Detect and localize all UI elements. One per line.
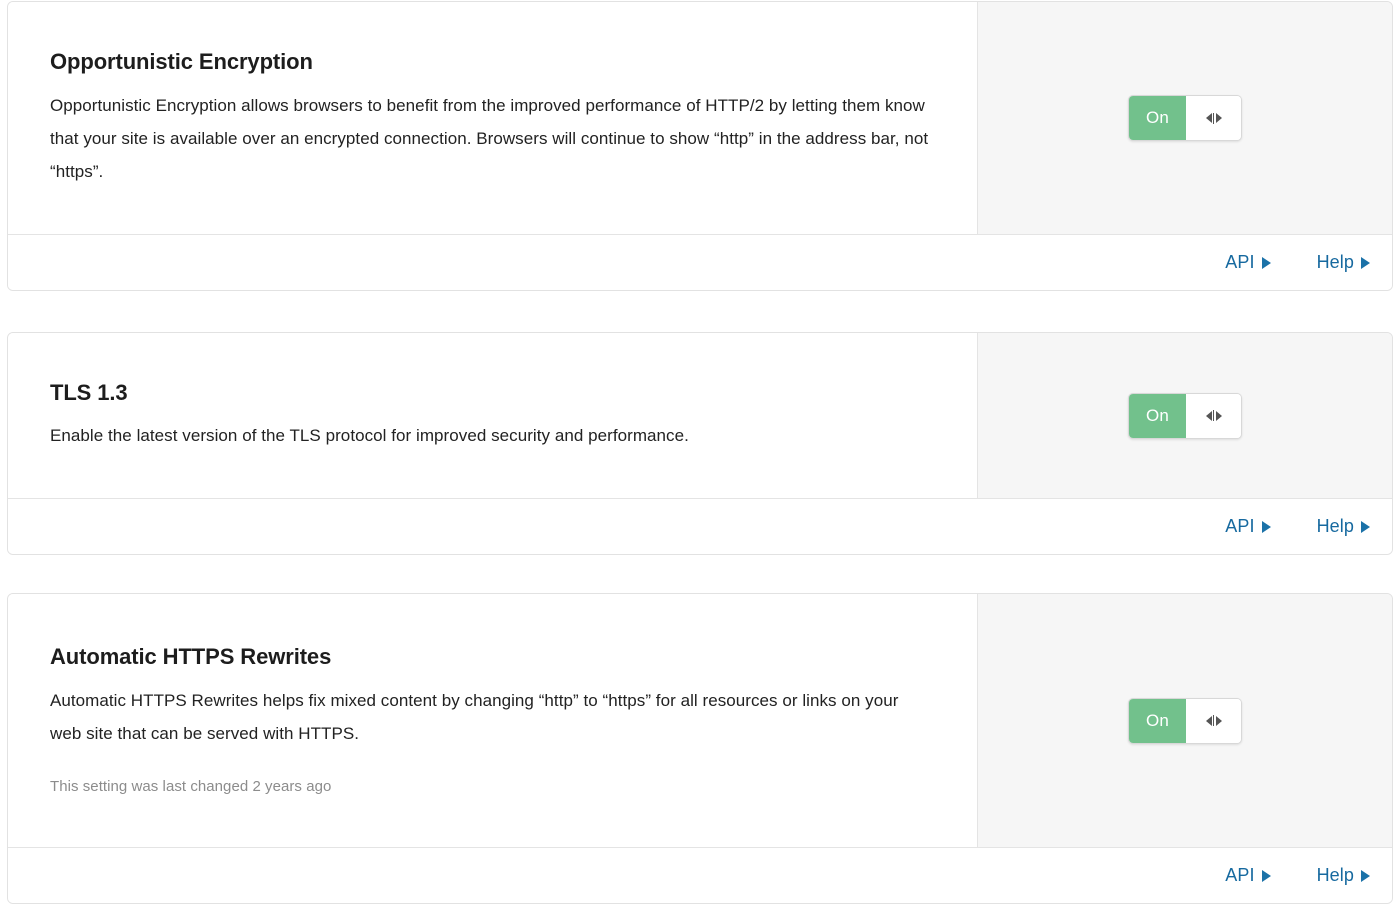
api-link-label: API (1225, 252, 1255, 272)
card-description: Enable the latest version of the TLS pro… (50, 426, 689, 446)
drag-handle-arrows-icon (1205, 410, 1222, 421)
toggle-state-label: On (1129, 393, 1186, 438)
help-link[interactable]: Help (1317, 516, 1370, 537)
card-content: Opportunistic Encryption Opportunistic E… (8, 2, 978, 234)
api-link[interactable]: API (1225, 865, 1271, 886)
settings-cards-page: Opportunistic Encryption Opportunistic E… (0, 0, 1400, 909)
drag-handle-arrows-icon (1205, 715, 1222, 726)
card-body: Opportunistic Encryption Opportunistic E… (8, 2, 1392, 235)
api-link-label: API (1225, 516, 1255, 536)
caret-right-icon (1261, 869, 1271, 882)
help-link[interactable]: Help (1317, 865, 1370, 886)
card-toggle-panel: On (978, 2, 1392, 234)
card-title: Opportunistic Encryption (50, 49, 313, 75)
caret-right-icon (1261, 256, 1271, 269)
toggle-knob[interactable] (1186, 96, 1241, 140)
api-link-label: API (1225, 865, 1255, 885)
toggle-knob[interactable] (1186, 393, 1241, 438)
card-description: Automatic HTTPS Rewrites helps fix mixed… (50, 690, 899, 743)
help-link[interactable]: Help (1317, 252, 1370, 273)
setting-card-automatic-https-rewrites: Automatic HTTPS Rewrites Automatic HTTPS… (7, 593, 1393, 904)
drag-handle-arrows-icon (1205, 112, 1222, 124)
card-title: Automatic HTTPS Rewrites (50, 644, 332, 670)
setting-card-tls-1-3: TLS 1.3 Enable the latest version of the… (7, 332, 1393, 555)
caret-right-icon (1261, 520, 1271, 533)
help-link-label: Help (1316, 516, 1354, 536)
card-body: TLS 1.3 Enable the latest version of the… (8, 333, 1392, 499)
toggle-state-label: On (1129, 96, 1186, 140)
caret-right-icon (1361, 256, 1370, 269)
help-link-label: Help (1316, 252, 1354, 272)
toggle-switch-tls-1-3[interactable]: On (1128, 392, 1242, 439)
card-toggle-panel: On (978, 333, 1392, 498)
card-footer: API Help (8, 235, 1392, 290)
card-description: Opportunistic Encryption allows browsers… (50, 95, 929, 181)
help-link-label: Help (1316, 865, 1354, 885)
card-toggle-panel: On (978, 594, 1392, 847)
caret-right-icon (1361, 869, 1370, 882)
api-link[interactable]: API (1225, 516, 1271, 537)
card-content: Automatic HTTPS Rewrites Automatic HTTPS… (8, 594, 978, 847)
card-title: TLS 1.3 (50, 379, 128, 405)
api-link[interactable]: API (1225, 252, 1271, 273)
toggle-state-label: On (1129, 698, 1186, 743)
card-footer: API Help (8, 848, 1392, 903)
setting-card-opportunistic-encryption: Opportunistic Encryption Opportunistic E… (7, 1, 1393, 291)
caret-right-icon (1361, 520, 1370, 533)
toggle-switch-automatic-https-rewrites[interactable]: On (1128, 697, 1242, 744)
card-body: Automatic HTTPS Rewrites Automatic HTTPS… (8, 594, 1392, 848)
toggle-knob[interactable] (1186, 698, 1241, 743)
card-footer: API Help (8, 499, 1392, 554)
toggle-switch-opportunistic-encryption[interactable]: On (1128, 95, 1242, 141)
card-last-changed-note: This setting was last changed 2 years ag… (50, 777, 332, 795)
card-content: TLS 1.3 Enable the latest version of the… (8, 333, 978, 498)
